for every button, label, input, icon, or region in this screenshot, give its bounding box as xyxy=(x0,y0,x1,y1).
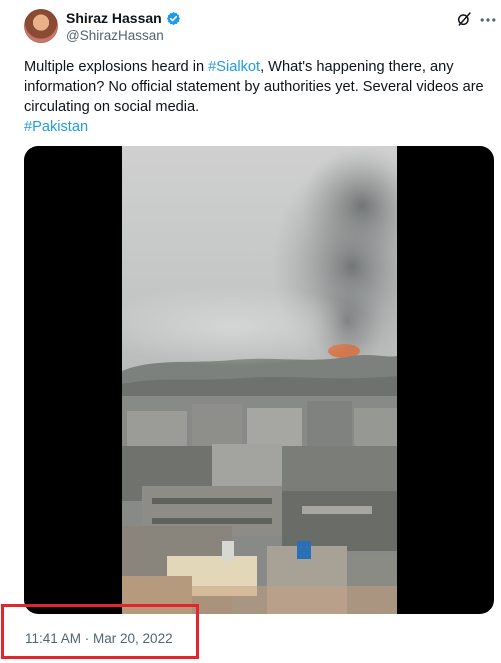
tweet-text-part1: Multiple explosions heard in xyxy=(24,59,209,75)
highlight-box-annotation xyxy=(1,604,199,659)
more-options-icon[interactable] xyxy=(478,10,498,30)
hashtag-pakistan-link[interactable]: #Pakistan xyxy=(24,119,88,135)
author-avatar[interactable] xyxy=(24,9,58,43)
author-name[interactable]: Shiraz Hassan xyxy=(66,10,162,26)
author-handle[interactable]: @ShirazHassan xyxy=(66,28,164,43)
video-still-scene xyxy=(122,146,397,614)
tweet-text: Multiple explosions heard in #Sialkot, W… xyxy=(24,57,494,137)
video-frame xyxy=(122,146,397,614)
author-name-row: Shiraz Hassan xyxy=(66,10,181,26)
grok-icon[interactable] xyxy=(456,11,472,27)
video-player[interactable] xyxy=(24,146,494,614)
hashtag-sialkot-link[interactable]: #Sialkot xyxy=(208,59,260,75)
verified-badge-icon xyxy=(166,11,180,25)
